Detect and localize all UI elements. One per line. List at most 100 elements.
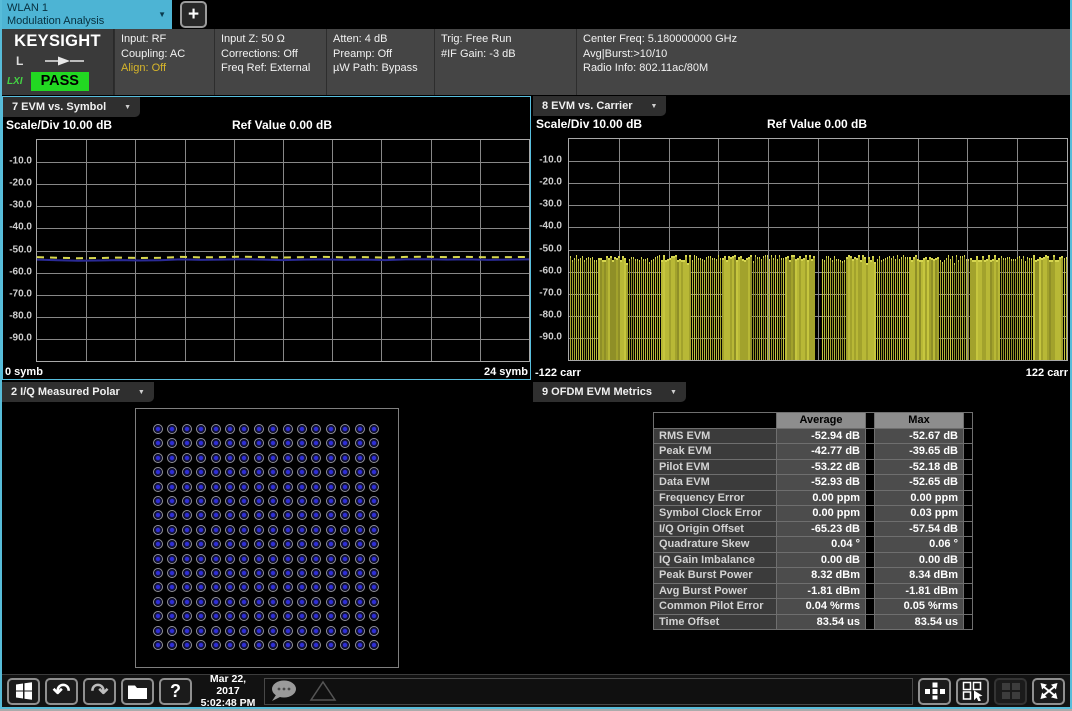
spacer-cell [964, 506, 973, 522]
constellation-point [225, 554, 235, 564]
constellation-point [225, 568, 235, 578]
panel-title-dropdown-evm-carrier[interactable]: 8 EVM vs. Carrier ▼ [533, 96, 666, 116]
y-tick-label: -80.0 [9, 310, 32, 321]
tab-bar: WLAN 1 Modulation Analysis ▼ + [2, 0, 1070, 29]
panel-title-dropdown-evm-symbol[interactable]: 7 EVM vs. Symbol ▼ [3, 97, 140, 117]
constellation-point [239, 640, 249, 650]
table-row: I/Q Origin Offset-65.23 dB-57.54 dB [654, 521, 973, 537]
window-grid-button [994, 678, 1027, 705]
constellation-point [297, 640, 307, 650]
metric-average-value: -52.93 dB [777, 475, 866, 491]
constellation-point [268, 611, 278, 621]
panel-title-dropdown-iq-polar[interactable]: 2 I/Q Measured Polar ▼ [2, 382, 154, 402]
constellation-point [326, 539, 336, 549]
file-folder-button[interactable] [121, 678, 154, 705]
y-tick-label: -70.0 [539, 287, 562, 298]
constellation-point [211, 525, 221, 535]
table-row: Symbol Clock Error0.00 ppm0.03 ppm [654, 506, 973, 522]
constellation-point [369, 611, 379, 621]
chevron-down-icon: ▼ [138, 389, 145, 396]
metric-average-value: -53.22 dB [777, 459, 866, 475]
constellation-point [239, 482, 249, 492]
undo-button[interactable]: ↶ [45, 678, 78, 705]
constellation-point [196, 597, 206, 607]
x-axis-min-label: 0 symb [5, 366, 43, 378]
window-control-group [918, 678, 1065, 705]
redo-icon: ↷ [91, 681, 109, 702]
constellation-point [153, 424, 163, 434]
constellation-point [297, 496, 307, 506]
constellation-point [369, 510, 379, 520]
metric-label: Data EVM [654, 475, 777, 491]
spacer-cell [964, 521, 973, 537]
constellation-point [211, 568, 221, 578]
constellation-point [153, 626, 163, 636]
evm-carrier-plot[interactable] [568, 138, 1068, 361]
constellation-point [225, 438, 235, 448]
constellation-point [369, 482, 379, 492]
spacer-cell [964, 552, 973, 568]
constellation-point [297, 525, 307, 535]
constellation-plot[interactable] [135, 408, 399, 668]
constellation-point [182, 438, 192, 448]
constellation-point [340, 611, 350, 621]
constellation-point [268, 510, 278, 520]
constellation-point [211, 554, 221, 564]
constellation-point [254, 626, 264, 636]
constellation-point [167, 597, 177, 607]
constellation-point [340, 640, 350, 650]
constellation-point [283, 496, 293, 506]
spacer-cell [866, 614, 875, 630]
metric-average-value: 83.54 us [777, 614, 866, 630]
constellation-point [311, 554, 321, 564]
constellation-point [167, 539, 177, 549]
window-layout-button[interactable] [918, 678, 951, 705]
help-button[interactable]: ? [159, 678, 192, 705]
constellation-point [153, 554, 163, 564]
constellation-point [254, 496, 264, 506]
add-measurement-button[interactable]: + [180, 1, 207, 28]
constellation-point [254, 438, 264, 448]
constellation-point [355, 510, 365, 520]
constellation-point [355, 582, 365, 592]
datetime-display[interactable]: Mar 22, 2017 5:02:48 PM [197, 673, 259, 709]
constellation-point [369, 424, 379, 434]
brand-logo: KEYSIGHT [2, 29, 113, 51]
constellation-point [369, 496, 379, 506]
constellation-point [297, 438, 307, 448]
window-layout-icon [924, 682, 946, 700]
chevron-down-icon: ▼ [158, 10, 166, 19]
evm-symbol-plot[interactable] [36, 139, 530, 362]
carrier-bar [1066, 257, 1068, 360]
constellation-point [254, 539, 264, 549]
rf-path-arrow-icon [43, 55, 87, 67]
metric-average-value: 0.00 dB [777, 552, 866, 568]
y-tick-label: -50.0 [9, 244, 32, 255]
fullscreen-button[interactable] [1032, 678, 1065, 705]
redo-button[interactable]: ↷ [83, 678, 116, 705]
spacer-cell [866, 599, 875, 615]
constellation-point [369, 554, 379, 564]
constellation-point [167, 453, 177, 463]
panel-title-dropdown-metrics[interactable]: 9 OFDM EVM Metrics ▼ [533, 382, 686, 402]
constellation-point [254, 510, 264, 520]
constellation-point [283, 467, 293, 477]
header-field: Trig: Free Run [441, 32, 576, 47]
constellation-point [355, 453, 365, 463]
spacer-cell [964, 475, 973, 491]
metric-average-value: 0.00 ppm [777, 490, 866, 506]
chevron-down-icon: ▼ [651, 103, 658, 110]
system-menu-button[interactable] [7, 678, 40, 705]
measurement-tab[interactable]: WLAN 1 Modulation Analysis ▼ [2, 0, 172, 29]
constellation-point [355, 626, 365, 636]
message-bubble-button[interactable] [269, 679, 301, 703]
pass-status-badge: PASS [31, 72, 89, 91]
constellation-point [283, 640, 293, 650]
constellation-point [153, 438, 163, 448]
spacer-cell [964, 428, 973, 444]
metric-label: Pilot EVM [654, 459, 777, 475]
constellation-point [268, 482, 278, 492]
window-select-button[interactable] [956, 678, 989, 705]
constellation-point [167, 482, 177, 492]
constellation-point [283, 539, 293, 549]
